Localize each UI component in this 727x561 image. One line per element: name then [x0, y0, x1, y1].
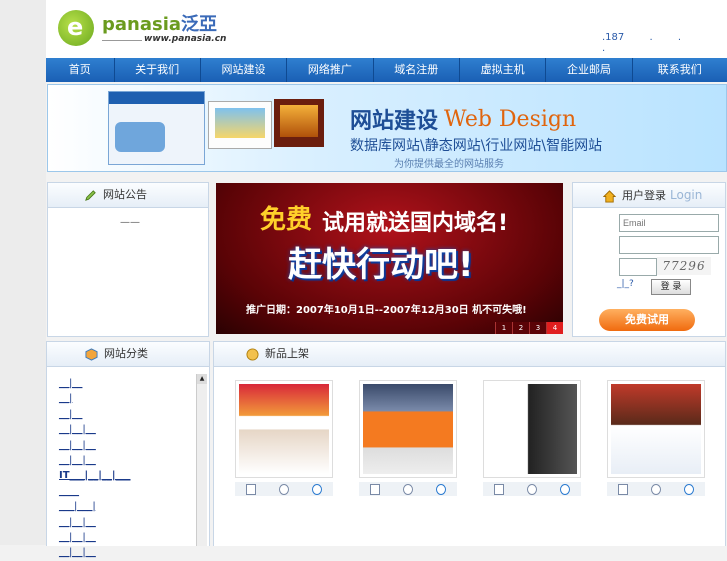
category-item[interactable]: __|__ [59, 376, 131, 391]
promo-page[interactable]: 3 [529, 322, 546, 334]
magnifier-icon[interactable] [650, 483, 661, 495]
category-item[interactable]: __|__|__ [59, 530, 131, 545]
top-link[interactable]: . [602, 43, 605, 54]
banner-footer: 为你提供最全的网站服务 [394, 159, 504, 170]
category-title: 网站分类 [104, 347, 148, 360]
nav-item-domain[interactable]: 域名注册 [374, 58, 460, 82]
email-field[interactable] [619, 214, 719, 232]
magnifier-icon[interactable] [526, 483, 537, 495]
new-products-header: 新品上架 [214, 342, 725, 367]
category-panel: 网站分类 __|__ __| __|__ __|__|__ __|__|__ _… [46, 341, 210, 558]
nav-item-web-design[interactable]: 网站建设 [201, 58, 288, 82]
banner-title-en: Web Design [444, 107, 577, 132]
logo-url: www.panasia.cn [144, 34, 227, 44]
top-link[interactable]: . [649, 32, 652, 43]
category-item[interactable]: ___|___| [59, 499, 131, 514]
top-links: .187 . . . [602, 32, 727, 54]
top-link[interactable]: .187 [602, 32, 624, 43]
promo-date: 推广日期：2007年10月1日--2007年12月30日 机不可失哦! [246, 305, 527, 316]
magnifier-icon[interactable] [278, 483, 289, 495]
thumb-actions [359, 482, 457, 496]
new-products-panel: 新品上架 [213, 341, 726, 546]
document-icon[interactable] [618, 483, 629, 495]
promo-free: 免费 [260, 205, 313, 235]
notice-title: 网站公告 [103, 188, 147, 201]
category-item[interactable]: __|__|__ [59, 438, 131, 453]
captcha-field[interactable] [619, 258, 657, 276]
globe-icon[interactable] [435, 483, 446, 495]
banner-screenshot-3 [274, 99, 324, 147]
banner-screenshot-1 [108, 91, 205, 165]
category-item[interactable]: __|__|__ [59, 515, 131, 530]
category-item[interactable]: __|__|__ [59, 545, 131, 560]
document-icon[interactable] [494, 483, 505, 495]
main-nav: 首页 关于我们 网站建设 网络推广 域名注册 虚拟主机 企业邮局 联系我们 [46, 58, 727, 82]
thumb-actions [607, 482, 705, 496]
category-scrollbar[interactable]: ▲ [196, 374, 207, 546]
notice-empty: —— [120, 217, 140, 228]
nav-item-home[interactable]: 首页 [46, 58, 115, 82]
magnifier-icon[interactable] [402, 483, 413, 495]
scroll-up-icon[interactable]: ▲ [197, 374, 207, 384]
top-link[interactable]: . [678, 32, 681, 43]
promo-action: 赶快行动吧! [288, 245, 474, 285]
free-trial-button[interactable]: 免费试用 [599, 309, 695, 331]
nav-item-hosting[interactable]: 虚拟主机 [460, 58, 547, 82]
category-item[interactable]: __| [59, 391, 131, 406]
notice-panel: 网站公告 —— [47, 182, 209, 337]
document-icon[interactable] [246, 483, 257, 495]
nav-item-about[interactable]: 关于我们 [115, 58, 201, 82]
login-header: 用户登录 Login [573, 183, 725, 208]
promo-pager: 1 2 3 4 [495, 322, 563, 334]
logo-text[interactable]: panasia泛亞 [102, 10, 217, 36]
nav-item-contact[interactable]: 联系我们 [633, 58, 727, 82]
banner-subtitle: 数据库网站\静态网站\行业网站\智能网站 [350, 138, 603, 154]
notice-header: 网站公告 [48, 183, 208, 208]
product-thumbnail[interactable] [359, 380, 457, 478]
promo-banner[interactable]: 免费 试用就送国内域名! 赶快行动吧! 推广日期：2007年10月1日--200… [216, 183, 563, 334]
category-item[interactable]: __|__|__ [59, 453, 131, 468]
category-header: 网站分类 [47, 342, 209, 367]
nav-item-promotion[interactable]: 网络推广 [287, 58, 374, 82]
product-thumbnail[interactable] [235, 380, 333, 478]
header: e panasia泛亞 www.panasia.cn .187 . . . [46, 0, 727, 58]
category-item[interactable]: __|__ [59, 407, 131, 422]
login-title-en: Login [670, 188, 703, 202]
login-links[interactable]: _|_? [617, 279, 634, 289]
star-badge-icon [246, 347, 259, 361]
category-list: __|__ __| __|__ __|__|__ __|__|__ __|__|… [59, 376, 131, 561]
web-design-banner[interactable]: 网站建设 Web Design 数据库网站\静态网站\行业网站\智能网站 为你提… [47, 84, 727, 172]
login-button[interactable]: 登 录 [651, 279, 691, 295]
house-icon [603, 189, 616, 203]
promo-free-rest: 试用就送国内域名! [322, 211, 509, 236]
cube-icon [85, 347, 98, 361]
banner-screenshot-2 [208, 101, 272, 149]
document-icon[interactable] [370, 483, 381, 495]
promo-page[interactable]: 1 [495, 322, 512, 334]
nav-item-mail[interactable]: 企业邮局 [546, 58, 633, 82]
login-title: 用户登录 [622, 189, 666, 202]
promo-page-active[interactable]: 4 [546, 322, 563, 334]
product-thumbnail[interactable] [607, 380, 705, 478]
logo-icon[interactable]: e [58, 10, 94, 46]
left-gutter [0, 0, 46, 545]
globe-icon[interactable] [559, 483, 570, 495]
banner-title: 网站建设 [350, 109, 439, 134]
category-item[interactable]: ____ [59, 484, 131, 499]
pencil-icon [85, 189, 96, 201]
captcha-image: 77296 [657, 257, 711, 275]
thumb-actions [483, 482, 581, 496]
login-panel: 用户登录 Login 77296 _|_? 登 录 免费试用 [572, 182, 726, 337]
password-field[interactable] [619, 236, 719, 254]
promo-page[interactable]: 2 [512, 322, 529, 334]
new-products-title: 新品上架 [265, 347, 309, 360]
category-item[interactable]: IT___|__|__|___ [59, 468, 131, 483]
logo-divider [102, 40, 142, 41]
product-thumbnail[interactable] [483, 380, 581, 478]
category-item[interactable]: __|__|__ [59, 422, 131, 437]
thumb-actions [235, 482, 333, 496]
globe-icon[interactable] [311, 483, 322, 495]
globe-icon[interactable] [683, 483, 694, 495]
